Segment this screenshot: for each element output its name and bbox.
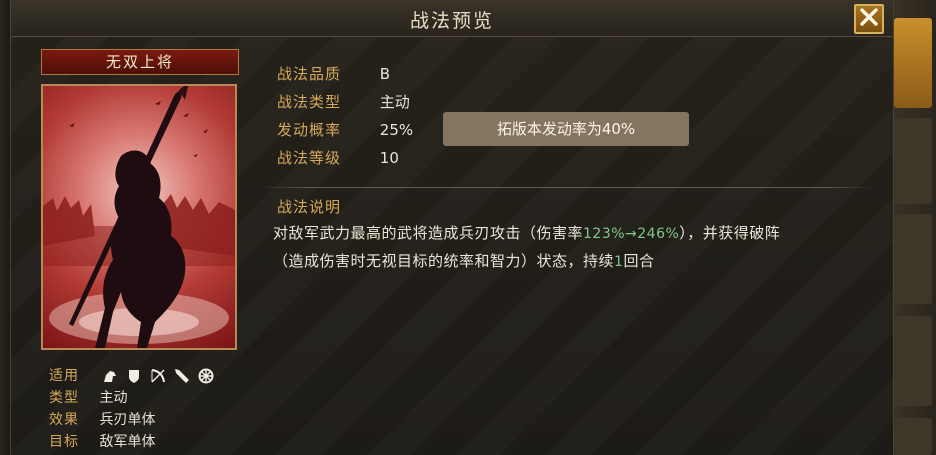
- close-icon: [860, 8, 878, 26]
- effect-value: 兵刃单体: [99, 412, 156, 428]
- warrior-silhouette-image: [43, 86, 235, 348]
- right-side-background: [890, 0, 936, 455]
- left-edge-background: [0, 0, 10, 455]
- attr-value: 25%: [379, 121, 414, 139]
- attr-type-row: 战法类型 主动: [277, 90, 410, 114]
- info-type-row: 类型 主动: [49, 387, 127, 407]
- troop-type-icons: [101, 367, 215, 385]
- description-title: 战法说明: [277, 198, 342, 216]
- effect-label: 效果: [49, 412, 79, 428]
- attr-level-row: 战法等级 10: [277, 146, 399, 170]
- damage-rate-highlight: 123%→246%: [583, 226, 680, 242]
- attr-value: 10: [379, 149, 399, 167]
- target-label: 目标: [49, 434, 79, 450]
- bow-icon: [151, 369, 166, 383]
- description-line-2: （造成伤害时无视目标的统率和智力）状态，持续1回合: [273, 248, 863, 276]
- description-text: 对敌军武力最高的武将造成兵刃攻击（伤害率: [273, 224, 584, 242]
- attr-label: 战法等级: [277, 149, 342, 167]
- skill-name-banner: 无双上将: [41, 49, 239, 75]
- version-rate-notice: 拓版本发动率为40%: [443, 112, 689, 146]
- side-tile: [894, 118, 932, 204]
- close-button[interactable]: [854, 4, 884, 34]
- target-value: 敌军单体: [99, 434, 156, 450]
- side-tile: [894, 316, 932, 406]
- attr-value: 主动: [379, 93, 410, 111]
- info-effect-row: 效果 兵刃单体: [49, 409, 155, 429]
- type-label: 类型: [49, 390, 79, 406]
- dialog-title: 战法预览: [409, 10, 494, 32]
- info-apply-row: 适用: [49, 365, 215, 385]
- side-tile: [894, 418, 932, 455]
- attr-quality-row: 战法品质 B: [277, 62, 390, 86]
- side-tile: [894, 214, 932, 304]
- apply-label: 适用: [49, 368, 79, 384]
- description-text: （造成伤害时无视目标的统率和智力）状态，持续: [273, 252, 615, 270]
- side-tile: [894, 18, 932, 108]
- attr-label: 战法类型: [277, 93, 342, 111]
- description-text: 回合: [623, 252, 655, 270]
- attr-rate-row: 发动概率 25%: [277, 118, 413, 142]
- skill-preview-dialog: 战法预览 无双上将 适用 类型 主动 效果 兵刃单体 目标 敌军单体 战法品质 …: [10, 0, 894, 455]
- skill-card-art: [41, 84, 237, 350]
- skill-description: 对敌军武力最高的武将造成兵刃攻击（伤害率123%→246%），并获得破阵 （造成…: [273, 220, 863, 276]
- shield-icon: [129, 370, 140, 383]
- attr-value: B: [379, 65, 391, 83]
- type-value: 主动: [99, 390, 128, 406]
- wheel-icon: [198, 368, 214, 384]
- description-line-1: 对敌军武力最高的武将造成兵刃攻击（伤害率123%→246%），并获得破阵: [273, 220, 863, 248]
- info-target-row: 目标 敌军单体: [49, 431, 155, 451]
- dialog-titlebar: 战法预览: [11, 0, 893, 37]
- horse-icon: [104, 371, 117, 382]
- attr-label: 战法品质: [277, 65, 342, 83]
- attr-label: 发动概率: [277, 121, 342, 139]
- section-divider: [261, 187, 875, 188]
- description-text: ），并获得破阵: [679, 224, 781, 242]
- spear-icon: [175, 369, 190, 383]
